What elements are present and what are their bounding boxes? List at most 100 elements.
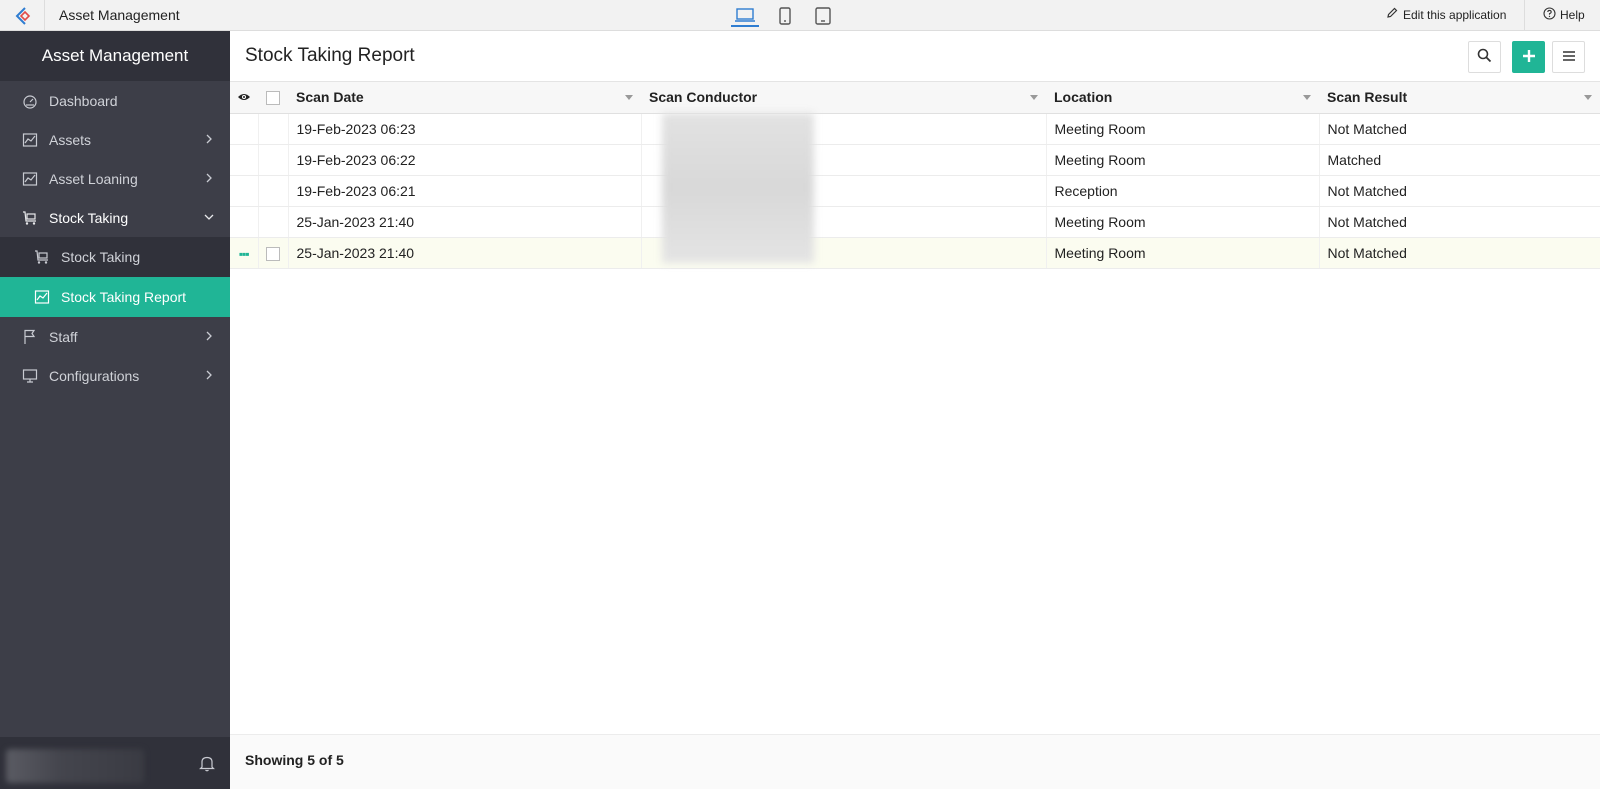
- column-header-scan-result[interactable]: Scan Result: [1319, 82, 1600, 114]
- sidebar: Asset Management Dashboard Assets Asset …: [0, 31, 230, 789]
- app-logo-icon[interactable]: [14, 6, 34, 26]
- chart-icon: [22, 132, 38, 148]
- mobile-icon[interactable]: [771, 5, 799, 27]
- cell-scan-result: Not Matched: [1319, 175, 1600, 207]
- page-title: Stock Taking Report: [245, 45, 415, 66]
- report-table: Scan Date Scan Conductor Location Scan R…: [230, 82, 1600, 269]
- sort-caret-icon[interactable]: [1584, 95, 1592, 100]
- cell-scan-date: 25-Jan-2023 21:40: [288, 237, 642, 269]
- record-count: Showing 5 of 5: [245, 752, 344, 768]
- chevron-down-icon: [202, 210, 216, 224]
- report-header: Stock Taking Report: [230, 31, 1600, 82]
- column-header-scan-date[interactable]: Scan Date: [288, 82, 641, 114]
- table-header-row: Scan Date Scan Conductor Location Scan R…: [230, 82, 1600, 114]
- row-checkbox[interactable]: [266, 246, 280, 261]
- cart-icon: [22, 210, 38, 226]
- chevron-right-icon: [202, 368, 216, 382]
- sidebar-item-label: Stock Taking Report: [61, 289, 187, 305]
- row-actions-cell: [230, 206, 259, 238]
- row-checkbox-cell: [258, 237, 289, 269]
- row-actions-cell: [230, 175, 259, 207]
- redacted-scan-conductor-names: [662, 113, 814, 263]
- sidebar-item-staff[interactable]: Staff: [0, 317, 230, 356]
- cart-icon: [34, 249, 50, 265]
- sidebar-item-label: Stock Taking: [61, 249, 141, 265]
- cell-location: Meeting Room: [1046, 144, 1320, 176]
- hamburger-icon: [1562, 49, 1576, 65]
- sort-caret-icon[interactable]: [1030, 95, 1038, 100]
- help-link[interactable]: Help: [1543, 7, 1585, 23]
- sidebar-footer: [0, 737, 230, 789]
- column-header-label: Scan Date: [296, 89, 364, 106]
- dashboard-icon: [22, 93, 38, 109]
- divider: [1524, 0, 1525, 31]
- help-label: Help: [1560, 8, 1585, 22]
- sidebar-item-stock-taking[interactable]: Stock Taking: [0, 198, 230, 237]
- cell-location: Meeting Room: [1046, 206, 1320, 238]
- sidebar-item-configurations[interactable]: Configurations: [0, 356, 230, 395]
- cell-scan-date: 19-Feb-2023 06:21: [288, 175, 642, 207]
- more-options-icon[interactable]: ▪▪▪: [239, 247, 250, 261]
- plus-icon: [1522, 49, 1536, 66]
- row-checkbox-cell: [258, 206, 289, 238]
- select-all-checkbox[interactable]: [266, 91, 280, 106]
- sort-caret-icon[interactable]: [625, 95, 633, 100]
- select-all-checkbox-cell: [258, 82, 288, 114]
- cell-location: Meeting Room: [1046, 113, 1320, 145]
- search-button[interactable]: [1468, 41, 1501, 73]
- sidebar-item-label: Dashboard: [49, 92, 118, 109]
- cell-scan-date: 19-Feb-2023 06:23: [288, 113, 642, 145]
- app-title: Asset Management: [59, 7, 180, 23]
- help-icon: [1543, 7, 1556, 23]
- monitor-icon: [22, 368, 38, 384]
- column-header-location[interactable]: Location: [1046, 82, 1319, 114]
- menu-button[interactable]: [1552, 41, 1585, 73]
- cell-location: Reception: [1046, 175, 1320, 207]
- sidebar-item-dashboard[interactable]: Dashboard: [0, 81, 230, 120]
- sidebar-subitem-stock-taking[interactable]: Stock Taking: [0, 237, 230, 277]
- row-actions-cell: [230, 113, 259, 145]
- row-checkbox-cell: [258, 113, 289, 145]
- pencil-icon: [1386, 7, 1398, 22]
- sidebar-subitem-stock-taking-report[interactable]: Stock Taking Report: [0, 277, 230, 317]
- chevron-right-icon: [202, 132, 216, 146]
- column-visibility-toggle[interactable]: [230, 82, 258, 114]
- chart-icon: [34, 289, 50, 305]
- table-row[interactable]: 25-Jan-2023 21:40 Meeting Room Not Match…: [230, 206, 1600, 238]
- cell-scan-result: Matched: [1319, 144, 1600, 176]
- sidebar-brand: Asset Management: [0, 31, 230, 81]
- user-profile[interactable]: [6, 749, 144, 783]
- sidebar-item-label: Staff: [49, 328, 78, 345]
- status-bar: Showing 5 of 5: [230, 734, 1600, 789]
- cell-scan-result: Not Matched: [1319, 113, 1600, 145]
- flag-icon: [22, 329, 38, 345]
- sidebar-item-label: Asset Loaning: [49, 170, 138, 187]
- main-content: Stock Taking Report Scan Date Scan Condu…: [230, 31, 1600, 789]
- sort-caret-icon[interactable]: [1303, 95, 1311, 100]
- desktop-icon[interactable]: [731, 5, 759, 27]
- sidebar-item-asset-loaning[interactable]: Asset Loaning: [0, 159, 230, 198]
- column-header-scan-conductor[interactable]: Scan Conductor: [641, 82, 1046, 114]
- chart-icon: [22, 171, 38, 187]
- sidebar-item-assets[interactable]: Assets: [0, 120, 230, 159]
- chevron-right-icon: [202, 171, 216, 185]
- column-header-label: Location: [1054, 89, 1113, 106]
- cell-scan-date: 25-Jan-2023 21:40: [288, 206, 642, 238]
- top-bar: Asset Management Edit this application H…: [0, 0, 1600, 31]
- cell-scan-result: Not Matched: [1319, 237, 1600, 269]
- edit-application-link[interactable]: Edit this application: [1386, 7, 1506, 22]
- table-row[interactable]: ▪▪▪ 25-Jan-2023 21:40 Meeting Room Not M…: [230, 237, 1600, 269]
- search-icon: [1477, 48, 1492, 66]
- table-row[interactable]: 19-Feb-2023 06:22 Meeting Room Matched: [230, 144, 1600, 176]
- tablet-icon[interactable]: [809, 5, 837, 27]
- table-row[interactable]: 19-Feb-2023 06:21 Reception Not Matched: [230, 175, 1600, 207]
- bell-icon[interactable]: [198, 754, 216, 772]
- edit-application-label: Edit this application: [1403, 7, 1507, 22]
- column-header-label: Scan Result: [1327, 89, 1408, 106]
- table-row[interactable]: 19-Feb-2023 06:23 Meeting Room Not Match…: [230, 113, 1600, 145]
- add-record-button[interactable]: [1512, 41, 1545, 73]
- row-actions-cell: ▪▪▪: [230, 237, 259, 269]
- cell-scan-result: Not Matched: [1319, 206, 1600, 238]
- chevron-right-icon: [202, 329, 216, 343]
- row-checkbox-cell: [258, 144, 289, 176]
